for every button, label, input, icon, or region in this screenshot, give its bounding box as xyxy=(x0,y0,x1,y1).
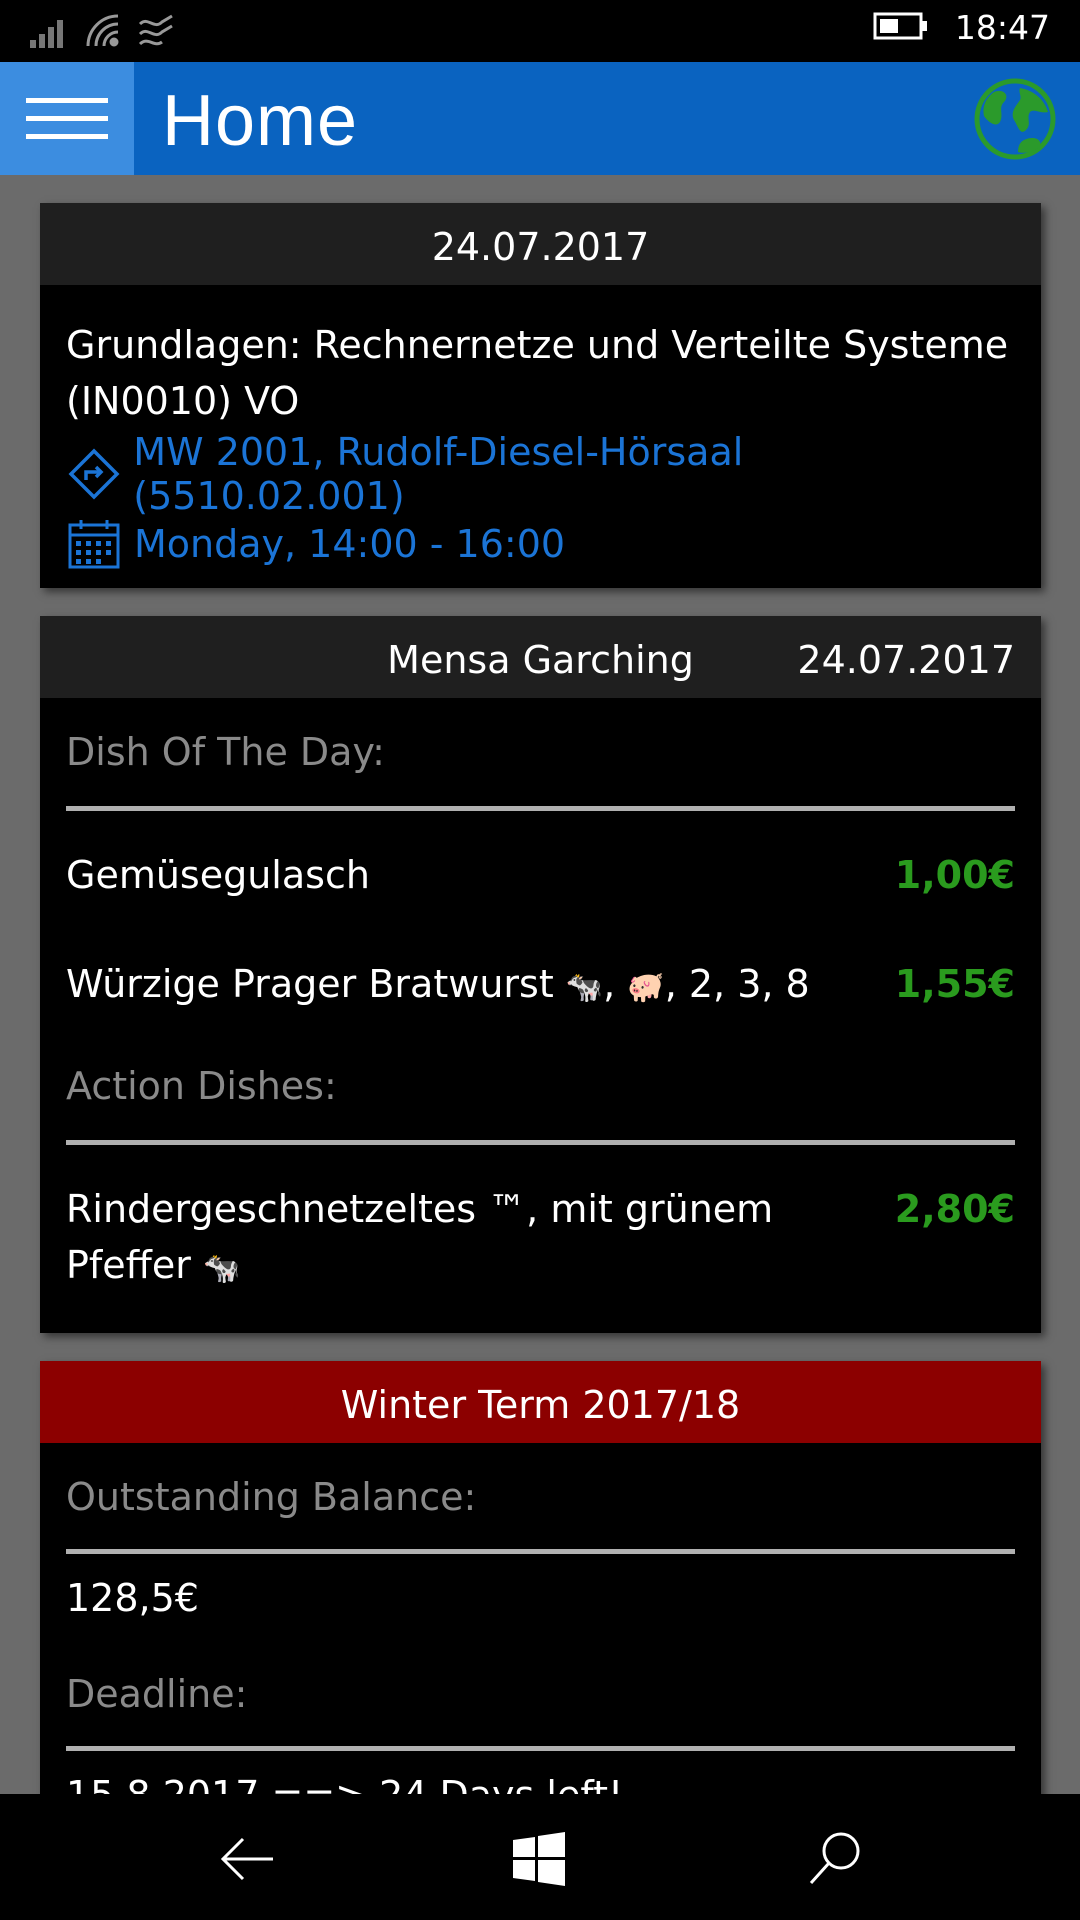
lecture-title: Grundlagen: Rechnernetze und Verteilte S… xyxy=(66,323,1009,423)
pig-icon: 🐖 xyxy=(627,970,665,1005)
action-dishes-label: Action Dishes: xyxy=(66,1064,337,1108)
data-icon xyxy=(136,12,176,52)
dish-row: Würzige Prager Bratwurst 🐄, 🐖, 2, 3, 8 1… xyxy=(66,956,1015,1016)
divider xyxy=(66,1140,1015,1145)
hamburger-icon xyxy=(26,85,108,152)
hamburger-menu-button[interactable] xyxy=(0,62,134,175)
balance-label: Outstanding Balance: xyxy=(66,1475,477,1519)
directions-icon xyxy=(66,448,121,500)
cow-icon: 🐄 xyxy=(202,1251,241,1286)
dish-name: Gemüsegulasch xyxy=(66,853,370,897)
start-button[interactable] xyxy=(504,1824,574,1894)
wifi-icon xyxy=(84,12,122,52)
divider xyxy=(66,806,1015,811)
mensa-card-header: Mensa Garching 24.07.2017 xyxy=(40,616,1041,698)
action-dish-row: Rindergeschnetzeltes ™, mit grünem Pfeff… xyxy=(66,1181,1015,1297)
dish-price: 1,00€ xyxy=(894,853,1015,897)
search-icon xyxy=(809,1832,860,1885)
tuition-card[interactable]: Winter Term 2017/18 Outstanding Balance:… xyxy=(40,1361,1041,1801)
windows-icon xyxy=(513,1832,565,1886)
dish-of-day-label: Dish Of The Day: xyxy=(66,730,385,774)
page-title: Home xyxy=(162,81,359,161)
status-bar: 18:47 xyxy=(0,0,1080,62)
dish-price: 1,55€ xyxy=(894,962,1015,1006)
dish-price: 2,80€ xyxy=(894,1187,1015,1231)
term-title: Winter Term 2017/18 xyxy=(340,1383,741,1427)
deadline-label: Deadline: xyxy=(66,1672,248,1716)
lecture-location-row[interactable]: MW 2001, Rudolf-Diesel-Hörsaal (5510.02.… xyxy=(66,430,1015,518)
cow-icon: 🐄 xyxy=(565,970,604,1005)
calendar-icon xyxy=(66,519,122,569)
back-button[interactable] xyxy=(212,1824,282,1894)
back-icon xyxy=(220,1837,273,1881)
globe-icon[interactable] xyxy=(974,78,1056,160)
system-nav-bar xyxy=(0,1794,1080,1920)
mensa-card[interactable]: Mensa Garching 24.07.2017 Dish Of The Da… xyxy=(40,616,1041,1333)
lecture-card-header: 24.07.2017 xyxy=(40,203,1041,285)
tuition-card-header: Winter Term 2017/18 xyxy=(40,1361,1041,1443)
signal-icon xyxy=(30,12,70,52)
lecture-time-row[interactable]: Monday, 14:00 - 16:00 xyxy=(66,509,1015,579)
clock: 18:47 xyxy=(954,8,1050,47)
lecture-date: 24.07.2017 xyxy=(431,225,650,269)
balance-value: 128,5€ xyxy=(66,1576,199,1620)
battery-icon xyxy=(873,11,929,45)
mensa-date: 24.07.2017 xyxy=(797,638,1015,682)
lecture-time: Monday, 14:00 - 16:00 xyxy=(134,522,566,566)
dish-name: Würzige Prager Bratwurst 🐄, 🐖, 2, 3, 8 xyxy=(66,962,810,1006)
lecture-card[interactable]: 24.07.2017 Grundlagen: Rechnernetze und … xyxy=(40,203,1041,588)
dish-name: Rindergeschnetzeltes ™, mit grünem Pfeff… xyxy=(66,1187,774,1287)
search-button[interactable] xyxy=(800,1824,870,1894)
app-bar: Home xyxy=(0,62,1080,175)
dish-row: Gemüsegulasch 1,00€ xyxy=(66,847,1015,903)
lecture-location: MW 2001, Rudolf-Diesel-Hörsaal (5510.02.… xyxy=(133,430,744,518)
